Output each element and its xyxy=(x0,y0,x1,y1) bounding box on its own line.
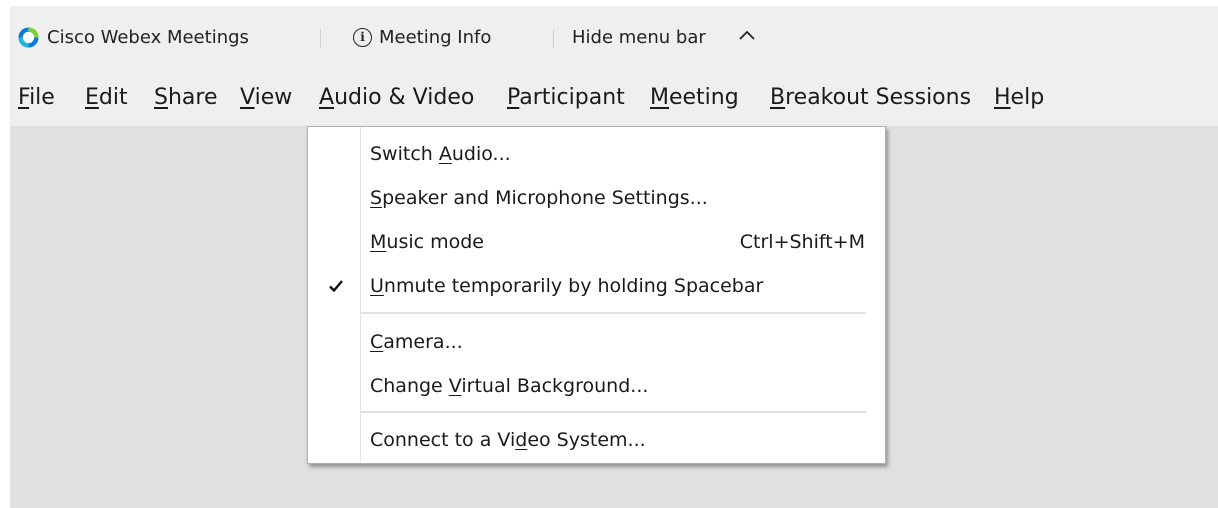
menu-item-connect-video-system[interactable]: Connect to a Video System... xyxy=(308,421,885,461)
meeting-info-button[interactable]: Meeting Info xyxy=(379,26,491,50)
menu-separator xyxy=(360,312,866,314)
menu-label: articipant xyxy=(519,85,625,110)
menu-mnemonic: S xyxy=(154,85,168,110)
menu-label: elp xyxy=(1010,85,1045,110)
audio-video-dropdown-menu: Switch Audio... Speaker and Microphone S… xyxy=(307,126,886,464)
label-mnemonic: U xyxy=(370,275,384,297)
menu-share[interactable]: Share xyxy=(154,84,218,112)
label-text: irtual Background... xyxy=(461,375,649,397)
menu-separator xyxy=(360,411,866,413)
menu-label: ile xyxy=(29,85,55,110)
app-name: Cisco Webex Meetings xyxy=(47,27,249,48)
menu-mnemonic: B xyxy=(770,85,786,110)
menu-meeting[interactable]: Meeting xyxy=(650,84,739,112)
menu-mnemonic: M xyxy=(650,85,669,110)
title-divider xyxy=(320,29,321,48)
label-text: Connect to a Vi xyxy=(370,429,516,451)
label-text: nmute temporarily by holding Spacebar xyxy=(383,275,764,297)
label-text: eo System... xyxy=(527,429,646,451)
menu-mnemonic: H xyxy=(994,85,1011,110)
menu-item-switch-audio[interactable]: Switch Audio... xyxy=(308,135,885,175)
menu-edit[interactable]: Edit xyxy=(85,84,128,112)
menu-label: iew xyxy=(254,85,293,110)
menu-label: reakout Sessions xyxy=(785,85,972,110)
menu-label: eeting xyxy=(668,85,739,110)
menu-mnemonic: A xyxy=(319,85,335,110)
menu-mnemonic: V xyxy=(240,85,255,110)
label-mnemonic: C xyxy=(370,331,384,353)
menu-audio-video[interactable]: Audio & Video xyxy=(319,84,474,112)
menu-item-label: Change Virtual Background... xyxy=(370,373,648,399)
menu-mnemonic: P xyxy=(507,85,520,110)
menu-breakout-sessions[interactable]: Breakout Sessions xyxy=(770,84,971,112)
menu-item-camera[interactable]: Camera... xyxy=(308,323,885,363)
label-mnemonic: A xyxy=(438,143,452,165)
label-text: udio... xyxy=(451,143,511,165)
title-divider xyxy=(553,29,554,48)
checkmark-icon xyxy=(329,280,343,293)
menu-bar: File Edit Share View Audio & Video Parti… xyxy=(10,66,1218,126)
title-bar: Cisco Webex Meetings i Meeting Info Hide… xyxy=(10,6,1218,66)
webex-logo-icon xyxy=(18,27,39,48)
menu-item-shortcut: Ctrl+Shift+M xyxy=(739,231,865,253)
menu-label: dit xyxy=(98,85,128,110)
menu-item-label: Speaker and Microphone Settings... xyxy=(370,185,708,211)
label-text: peaker and Microphone Settings... xyxy=(382,187,708,209)
label-text: Switch xyxy=(370,143,439,165)
menu-item-unmute-temporarily[interactable]: Unmute temporarily by holding Spacebar xyxy=(308,267,885,307)
menu-item-label: Switch Audio... xyxy=(370,141,511,167)
info-icon: i xyxy=(353,28,372,47)
chevron-up-icon[interactable] xyxy=(737,27,757,43)
menu-item-label: Music mode xyxy=(370,229,484,255)
label-text: Change xyxy=(370,375,449,397)
menu-help[interactable]: Help xyxy=(994,84,1044,112)
menu-file[interactable]: File xyxy=(18,84,55,112)
menu-view[interactable]: View xyxy=(240,84,292,112)
menu-mnemonic: E xyxy=(85,85,99,110)
menu-participant[interactable]: Participant xyxy=(507,84,625,112)
menu-label: hare xyxy=(167,85,218,110)
menu-item-label: Camera... xyxy=(370,329,463,355)
menu-label: udio & Video xyxy=(334,85,475,110)
menu-item-speaker-microphone-settings[interactable]: Speaker and Microphone Settings... xyxy=(308,179,885,219)
menu-item-label: Connect to a Video System... xyxy=(370,427,646,453)
label-mnemonic: S xyxy=(370,187,383,209)
webex-app-window: Cisco Webex Meetings i Meeting Info Hide… xyxy=(10,6,1218,508)
label-text: usic mode xyxy=(386,231,484,253)
label-text: amera... xyxy=(383,331,463,353)
menu-item-label: Unmute temporarily by holding Spacebar xyxy=(370,273,763,299)
label-mnemonic: M xyxy=(370,231,387,253)
menu-mnemonic: F xyxy=(18,85,30,110)
menu-item-music-mode[interactable]: Music mode Ctrl+Shift+M xyxy=(308,223,885,263)
label-mnemonic: V xyxy=(448,375,462,397)
label-mnemonic: d xyxy=(515,429,528,451)
menu-item-change-virtual-background[interactable]: Change Virtual Background... xyxy=(308,367,885,407)
hide-menu-bar-button[interactable]: Hide menu bar xyxy=(572,26,706,50)
